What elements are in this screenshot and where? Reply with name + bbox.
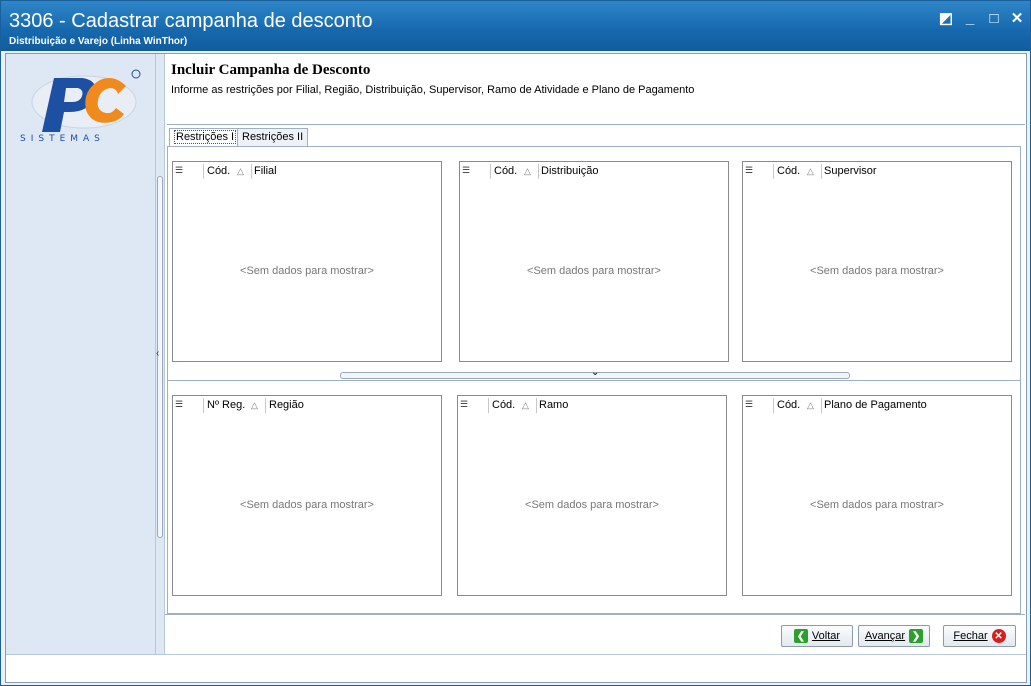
- grid-header: ☰ Nº Reg. △ Região: [173, 396, 441, 415]
- col-header-supervisor[interactable]: Supervisor: [824, 165, 877, 179]
- application-window: 3306 - Cadastrar campanha de desconto Di…: [0, 0, 1031, 686]
- grid-header: ☰ Cód. △ Distribuição: [460, 162, 728, 181]
- button-bar-divider: [165, 614, 1025, 615]
- column-separator: [536, 398, 537, 413]
- column-separator: [488, 398, 489, 413]
- page-title: Incluir Campanha de Desconto: [171, 62, 371, 78]
- tab-panel: ☰ Cód. △ Filial <Sem dados para mostrar> …: [167, 146, 1021, 614]
- column-chooser-icon[interactable]: ☰: [175, 399, 187, 411]
- window-subtitle: Distribuição e Varejo (Linha WinThor): [9, 36, 188, 47]
- voltar-button[interactable]: ❮ Voltar: [781, 625, 853, 647]
- tab-restricoes-2[interactable]: Restrições II: [237, 128, 309, 146]
- client-area: SISTEMAS ‹ Incluir Campanha de Desconto …: [5, 53, 1027, 683]
- avancar-button[interactable]: Avançar ❯: [858, 625, 930, 647]
- column-chooser-icon[interactable]: ☰: [460, 399, 472, 411]
- sort-asc-icon: △: [524, 166, 531, 176]
- col-header-regiao[interactable]: Região: [269, 399, 304, 413]
- page-description: Informe as restrições por Filial, Região…: [171, 84, 695, 96]
- sort-asc-icon: △: [237, 166, 244, 176]
- col-header-filial[interactable]: Filial: [254, 165, 277, 179]
- column-separator: [821, 398, 822, 413]
- maximize-icon[interactable]: □: [985, 10, 1003, 28]
- minimize-icon[interactable]: _: [961, 10, 979, 28]
- restore-icon[interactable]: ◩: [937, 10, 955, 28]
- close-icon[interactable]: ✕: [1008, 10, 1026, 28]
- voltar-label: Voltar: [811, 630, 841, 642]
- sort-asc-icon: △: [807, 166, 814, 176]
- title-bar: 3306 - Cadastrar campanha de desconto Di…: [1, 1, 1030, 51]
- sort-asc-icon: △: [807, 400, 814, 410]
- col-header-cod[interactable]: Cód. △: [207, 165, 244, 179]
- empty-message: <Sem dados para mostrar>: [240, 499, 374, 511]
- horizontal-splitter[interactable]: ⌄: [340, 367, 850, 379]
- arrow-right-icon: ❯: [909, 629, 924, 643]
- window-title: 3306 - Cadastrar campanha de desconto: [9, 10, 373, 32]
- grid-supervisor[interactable]: ☰ Cód. △ Supervisor <Sem dados para mostr…: [742, 161, 1012, 362]
- grid-distribuicao[interactable]: ☰ Cód. △ Distribuição <Sem dados para mos…: [459, 161, 729, 362]
- sort-asc-icon: △: [522, 400, 529, 410]
- column-separator: [821, 164, 822, 179]
- grid-ramo[interactable]: ☰ Cód. △ Ramo <Sem dados para mostrar>: [457, 395, 727, 596]
- grid-header: ☰ Cód. △ Filial: [173, 162, 441, 181]
- sidebar: SISTEMAS: [6, 54, 156, 654]
- empty-message: <Sem dados para mostrar>: [240, 265, 374, 277]
- status-bar: [6, 654, 1026, 682]
- grid-header: ☰ Cód. △ Ramo: [458, 396, 726, 415]
- column-separator: [203, 398, 204, 413]
- col-header-distribuicao[interactable]: Distribuição: [541, 165, 598, 179]
- column-separator: [490, 164, 491, 179]
- fechar-button[interactable]: Fechar ✕: [943, 625, 1016, 647]
- col-header-cod[interactable]: Cód. △: [492, 399, 529, 413]
- column-chooser-icon[interactable]: ☰: [745, 399, 757, 411]
- main-panel: Incluir Campanha de Desconto Informe as …: [164, 54, 1026, 654]
- column-separator: [773, 164, 774, 179]
- collapse-left-icon[interactable]: ‹: [156, 348, 159, 359]
- column-chooser-icon[interactable]: ☰: [462, 165, 474, 177]
- column-chooser-icon[interactable]: ☰: [175, 165, 187, 177]
- sidebar-splitter[interactable]: ‹: [156, 54, 164, 654]
- col-header-cod[interactable]: Cód. △: [494, 165, 531, 179]
- empty-message: <Sem dados para mostrar>: [527, 265, 661, 277]
- empty-message: <Sem dados para mostrar>: [525, 499, 659, 511]
- arrow-left-icon: ❮: [793, 629, 808, 643]
- tab-label: Restrições I: [174, 130, 237, 144]
- empty-message: <Sem dados para mostrar>: [810, 265, 944, 277]
- col-header-nreg[interactable]: Nº Reg. △: [207, 399, 258, 413]
- column-separator: [203, 164, 204, 179]
- col-header-cod[interactable]: Cód. △: [777, 165, 814, 179]
- row-divider: [168, 380, 1020, 381]
- column-separator: [265, 398, 266, 413]
- col-header-ramo[interactable]: Ramo: [539, 399, 568, 413]
- tab-label: Restrições II: [242, 131, 304, 143]
- fechar-label: Fechar: [953, 630, 988, 642]
- header-divider: [167, 124, 1025, 125]
- column-separator: [538, 164, 539, 179]
- grid-regiao[interactable]: ☰ Nº Reg. △ Região <Sem dados para mostra…: [172, 395, 442, 596]
- sort-asc-icon: △: [251, 400, 258, 410]
- column-chooser-icon[interactable]: ☰: [745, 165, 757, 177]
- grid-header: ☰ Cód. △ Plano de Pagamento: [743, 396, 1011, 415]
- pc-sistemas-logo: SISTEMAS: [20, 69, 141, 144]
- close-circle-icon: ✕: [991, 629, 1006, 643]
- grid-plano-pagamento[interactable]: ☰ Cód. △ Plano de Pagamento <Sem dados pa…: [742, 395, 1012, 596]
- col-header-plano[interactable]: Plano de Pagamento: [824, 399, 927, 413]
- grid-filial[interactable]: ☰ Cód. △ Filial <Sem dados para mostrar>: [172, 161, 442, 362]
- chevron-down-icon[interactable]: ⌄: [591, 367, 599, 378]
- logo-text: SISTEMAS: [20, 134, 105, 144]
- avancar-label: Avançar: [864, 630, 906, 642]
- col-header-cod[interactable]: Cód. △: [777, 399, 814, 413]
- empty-message: <Sem dados para mostrar>: [810, 499, 944, 511]
- column-separator: [251, 164, 252, 179]
- tab-restricoes-1[interactable]: Restrições I: [169, 128, 242, 147]
- grid-header: ☰ Cód. △ Supervisor: [743, 162, 1011, 181]
- column-separator: [773, 398, 774, 413]
